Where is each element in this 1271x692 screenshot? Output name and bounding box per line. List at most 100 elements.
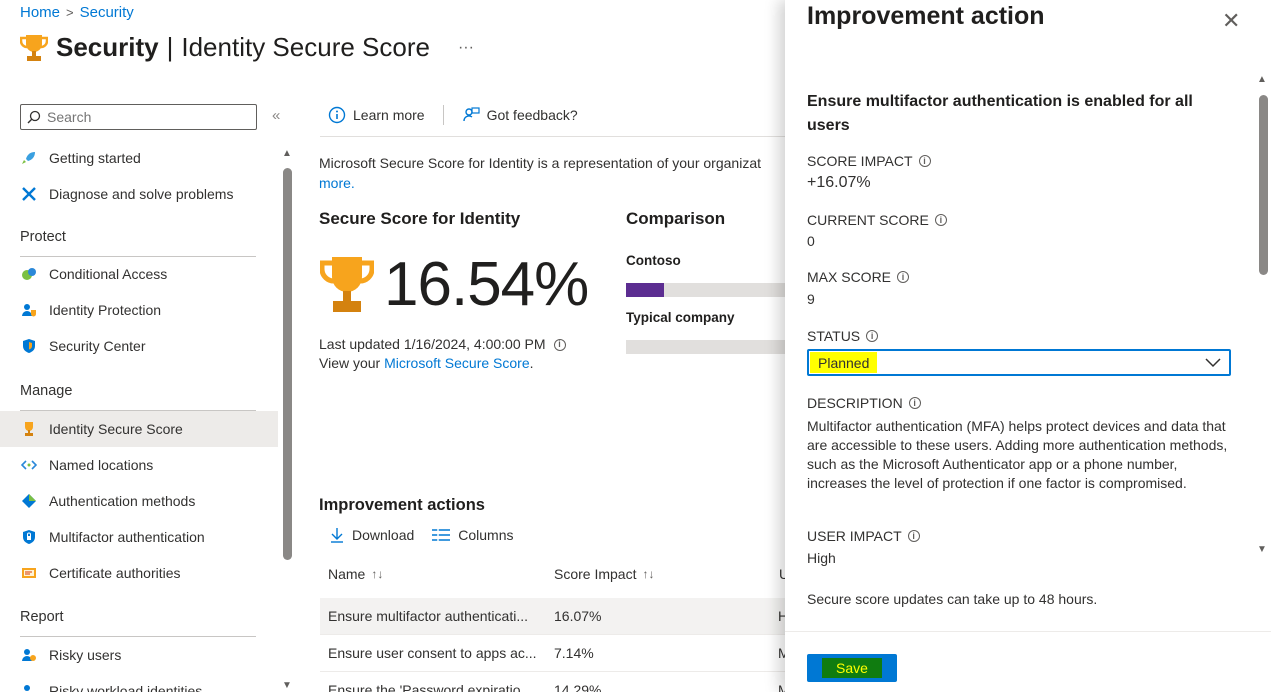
risky-workload-icon — [20, 683, 37, 692]
breadcrumb-security[interactable]: Security — [80, 4, 134, 21]
sidebar-item-authentication-methods[interactable]: Authentication methods — [0, 483, 278, 519]
feedback-button[interactable]: Got feedback? — [462, 106, 578, 124]
info-icon[interactable]: i — [553, 338, 566, 351]
table-row[interactable]: Ensure multifactor authenticati... 16.07… — [320, 598, 785, 634]
column-header-score-impact[interactable]: Score Impact ↑↓ — [554, 566, 654, 582]
action-heading: Ensure multifactor authentication is ena… — [807, 93, 1193, 134]
row-third: M — [778, 682, 785, 692]
columns-button[interactable]: Columns — [432, 527, 514, 543]
status-label: STATUS i — [807, 328, 879, 344]
column-header-label: Score Impact — [554, 566, 637, 582]
sidebar-item-security-center[interactable]: Security Center — [0, 328, 278, 364]
sidebar-scroll-down[interactable]: ▼ — [282, 680, 292, 691]
sidebar-item-identity-secure-score[interactable]: Identity Secure Score — [0, 411, 278, 447]
identity-protection-icon — [20, 302, 37, 319]
row-third: M — [778, 645, 785, 661]
title-light: Identity Secure Score — [181, 32, 430, 62]
breadcrumb-home[interactable]: Home — [20, 4, 60, 21]
collapse-sidebar-button[interactable]: « — [272, 107, 280, 124]
rocket-icon — [20, 150, 37, 167]
sidebar-item-risky-users[interactable]: Risky users — [0, 637, 278, 673]
status-dropdown[interactable]: Planned — [807, 349, 1231, 376]
sidebar-item-identity-protection[interactable]: Identity Protection — [0, 292, 278, 328]
view-prefix: View your — [319, 355, 381, 371]
sidebar-scrollbar-thumb[interactable] — [283, 168, 292, 560]
sidebar-item-named-locations[interactable]: Named locations — [0, 447, 278, 483]
sidebar-item-label: Identity Secure Score — [49, 421, 183, 437]
secure-score-value: 16.54% — [384, 250, 589, 319]
breadcrumb-separator: > — [66, 5, 74, 20]
comparison-label-contoso: Contoso — [626, 253, 681, 268]
row-third: H — [778, 608, 785, 624]
feedback-label: Got feedback? — [486, 107, 578, 123]
info-icon[interactable]: i — [908, 397, 921, 409]
description-line-1: Microsoft Secure Score for Identity is a… — [319, 155, 761, 171]
toolbar-divider — [442, 105, 444, 125]
section-heading-manage: Manage — [20, 383, 73, 399]
title-separator: | — [166, 32, 174, 62]
description-label: DESCRIPTION i — [807, 395, 921, 411]
column-header-name[interactable]: Name ↑↓ — [328, 566, 383, 582]
row-score-impact: 7.14% — [554, 645, 594, 661]
panel-scroll-up[interactable]: ▲ — [1257, 74, 1267, 85]
update-note: Secure score updates can take up to 48 h… — [807, 591, 1098, 607]
trophy-icon — [320, 255, 374, 315]
sidebar-item-label: Multifactor authentication — [49, 529, 205, 545]
close-icon[interactable]: ✕ — [1222, 8, 1240, 34]
sidebar-item-risky-workload-identities[interactable]: Risky workload identities — [0, 673, 278, 692]
sidebar-search[interactable] — [20, 104, 257, 130]
save-label: Save — [822, 658, 882, 678]
search-input[interactable] — [47, 109, 237, 125]
panel-scrollbar-thumb[interactable] — [1259, 95, 1268, 275]
current-score-value: 0 — [807, 233, 815, 249]
row-name: Ensure the 'Password expiratio... — [328, 682, 533, 692]
info-icon[interactable]: i — [934, 214, 947, 226]
sort-icon: ↑↓ — [371, 567, 384, 581]
conditional-access-icon — [20, 266, 37, 283]
info-icon[interactable]: i — [897, 271, 910, 283]
score-updated-info: Last updated 1/16/2024, 4:00:00 PM i Vie… — [319, 335, 566, 373]
certificate-icon — [20, 565, 37, 582]
sort-icon: ↑↓ — [642, 567, 655, 581]
table-row[interactable]: Ensure user consent to apps ac... 7.14% … — [320, 635, 785, 671]
trophy-icon — [20, 421, 37, 438]
sidebar-item-certificate-authorities[interactable]: Certificate authorities — [0, 555, 278, 591]
authentication-methods-icon — [20, 493, 37, 510]
breadcrumb: Home > Security — [20, 4, 134, 21]
save-button[interactable]: Save — [807, 654, 897, 682]
sidebar-item-multifactor-authentication[interactable]: Multifactor authentication — [0, 519, 278, 555]
sidebar-item-diagnose[interactable]: Diagnose and solve problems — [0, 176, 278, 212]
field-label: SCORE IMPACT — [807, 153, 913, 169]
panel-scroll-down[interactable]: ▼ — [1257, 544, 1267, 555]
comparison-heading: Comparison — [626, 209, 726, 228]
field-label: USER IMPACT — [807, 528, 902, 544]
columns-icon — [432, 528, 451, 542]
table-row[interactable]: Ensure the 'Password expiratio... 14.29%… — [320, 672, 785, 692]
sidebar-item-label: Diagnose and solve problems — [49, 186, 234, 202]
row-score-impact: 14.29% — [554, 682, 602, 692]
sidebar-item-label: Risky workload identities — [49, 683, 203, 692]
sidebar-item-label: Security Center — [49, 338, 146, 354]
field-label: MAX SCORE — [807, 269, 892, 285]
more-options-button[interactable]: ··· — [458, 39, 474, 57]
risky-users-icon — [20, 647, 37, 664]
info-icon — [328, 106, 346, 124]
microsoft-secure-score-link[interactable]: Microsoft Secure Score — [384, 355, 530, 371]
toolbar-divider-line — [320, 136, 785, 137]
info-icon[interactable]: i — [918, 155, 931, 167]
sidebar-item-getting-started[interactable]: Getting started — [0, 140, 278, 176]
info-icon[interactable]: i — [907, 530, 920, 542]
sidebar-item-label: Certificate authorities — [49, 565, 181, 581]
sidebar-item-label: Getting started — [49, 150, 141, 166]
learn-more-button[interactable]: Learn more — [328, 106, 425, 124]
info-icon[interactable]: i — [866, 330, 879, 342]
learn-more-link[interactable]: more. — [319, 175, 355, 191]
improvement-actions-toolbar: Download Columns — [330, 527, 514, 543]
secure-score-display: 16.54% — [320, 249, 589, 320]
sidebar-item-conditional-access[interactable]: Conditional Access — [0, 256, 278, 292]
sidebar-item-label: Authentication methods — [49, 493, 196, 509]
row-name: Ensure multifactor authenticati... — [328, 608, 528, 624]
download-button[interactable]: Download — [330, 527, 414, 543]
sidebar-scroll-up[interactable]: ▲ — [282, 148, 292, 159]
score-impact-label: SCORE IMPACT i — [807, 153, 931, 169]
